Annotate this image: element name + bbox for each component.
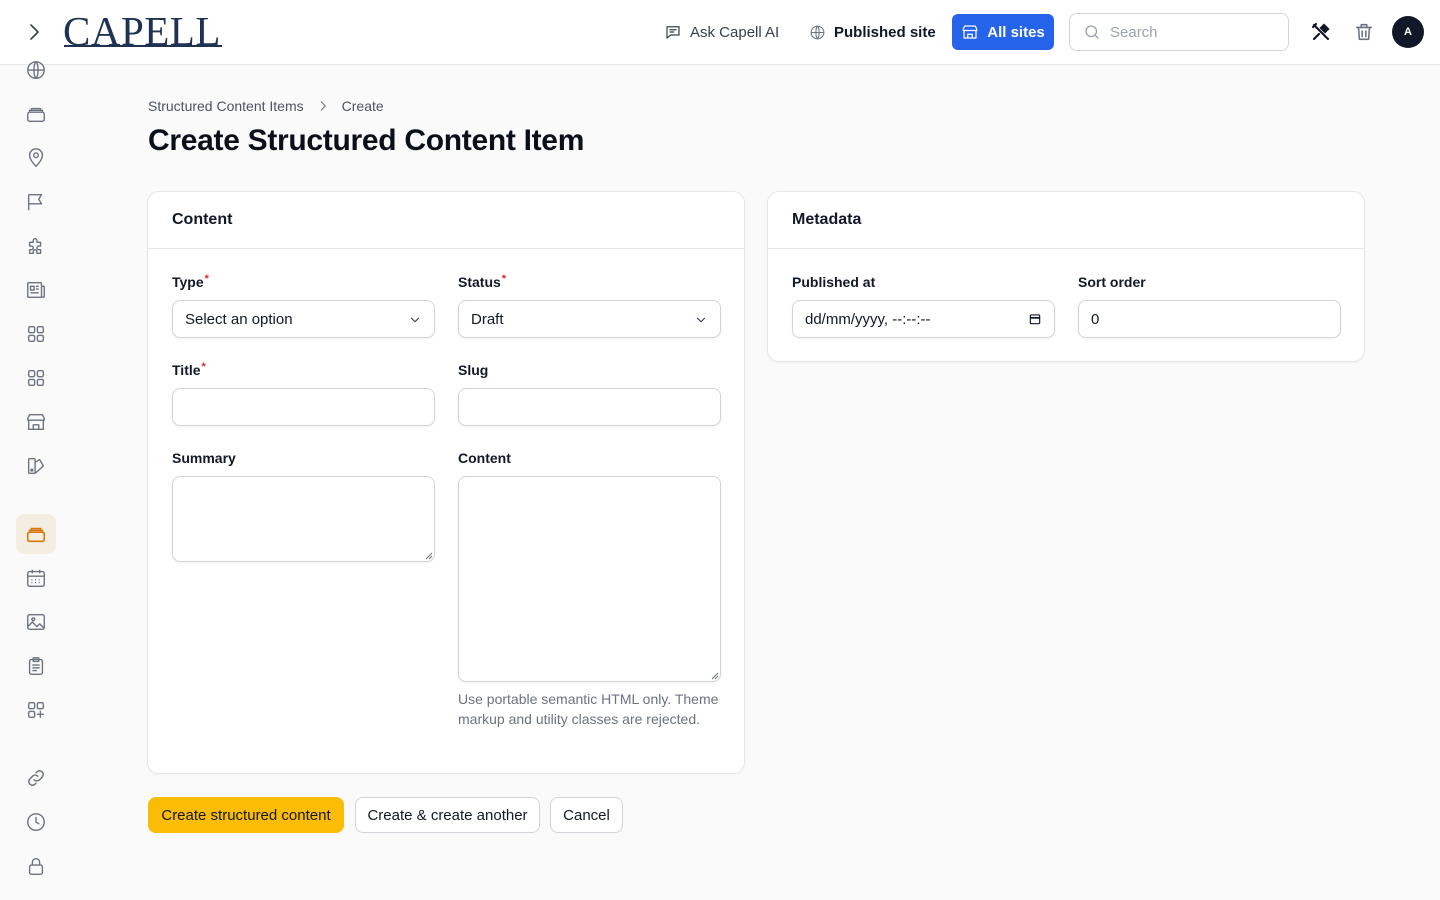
breadcrumb-current: Create [341, 98, 384, 114]
sidebar [0, 61, 72, 900]
clock-icon [27, 813, 45, 831]
type-select[interactable]: Select an option [172, 300, 435, 338]
metadata-card-title: Metadata [768, 192, 1364, 249]
status-label: Status* [458, 273, 507, 290]
lock-icon [28, 857, 44, 875]
page-title: Create Structured Content Item [148, 124, 585, 157]
content-card: Content Type* Select an option Status* D… [147, 191, 745, 774]
image-icon [27, 613, 45, 631]
sidebar-item-globe[interactable] [16, 50, 56, 90]
metadata-card: Metadata Published at dd/mm/yyyy, --:--:… [767, 191, 1365, 362]
search-box[interactable] [1069, 13, 1289, 51]
content-label: Content [458, 450, 511, 466]
globe-icon [27, 61, 45, 79]
chat-bubble-icon [666, 26, 680, 39]
breadcrumb-parent[interactable]: Structured Content Items [148, 98, 304, 114]
ask-ai-label: Ask Capell AI [690, 23, 780, 41]
required-marker: * [201, 361, 206, 373]
published-at-input[interactable]: dd/mm/yyyy, --:--:-- [792, 300, 1055, 338]
building-icon [27, 413, 45, 431]
ask-ai-link[interactable]: Ask Capell AI [664, 18, 779, 46]
resize-handle-icon[interactable] [711, 672, 719, 680]
stack-icon [26, 527, 46, 543]
published-site-link[interactable]: Published site [809, 18, 936, 46]
type-select-value: Select an option [185, 310, 293, 328]
sort-order-label: Sort order [1078, 274, 1146, 290]
puzzle-icon [28, 238, 42, 255]
top-bar: CAPELL Ask Capell AI Published site All … [0, 0, 1440, 65]
logo-underline [64, 45, 222, 47]
content-card-title: Content [148, 192, 744, 249]
capell-logo[interactable]: CAPELL [63, 8, 221, 54]
chevron-down-icon [696, 317, 706, 323]
status-select-value: Draft [471, 310, 504, 328]
title-label-text: Title [172, 362, 201, 378]
search-icon [1085, 25, 1099, 39]
trash-icon[interactable] [1353, 20, 1375, 44]
sidebar-item-extensions[interactable] [16, 226, 56, 266]
sidebar-item-history[interactable] [16, 802, 56, 842]
cancel-button[interactable]: Cancel [550, 797, 623, 833]
resize-handle-icon[interactable] [425, 552, 433, 560]
all-sites-label: All sites [987, 23, 1045, 41]
create-button[interactable]: Create structured content [148, 797, 344, 833]
sidebar-item-articles[interactable] [16, 270, 56, 310]
flag-icon [27, 193, 43, 211]
summary-label: Summary [172, 450, 236, 466]
published-at-value: dd/mm/yyyy, --:--:-- [805, 310, 931, 328]
chevron-right-icon [320, 101, 326, 111]
status-select[interactable]: Draft [458, 300, 721, 338]
sidebar-item-themes[interactable] [16, 446, 56, 486]
chevron-down-icon [410, 317, 420, 323]
globe-icon [810, 25, 825, 39]
sidebar-item-forms[interactable] [16, 646, 56, 686]
swatch-icon [27, 457, 45, 475]
sidebar-item-components[interactable] [16, 358, 56, 398]
calendar-icon [27, 569, 45, 587]
sidebar-item-links[interactable] [16, 758, 56, 798]
create-another-button[interactable]: Create & create another [355, 797, 540, 833]
chevron-right-icon[interactable] [22, 20, 46, 44]
grid-plus-icon [27, 701, 45, 719]
link-icon [28, 770, 44, 786]
sidebar-item-sites[interactable] [16, 402, 56, 442]
type-label: Type* [172, 273, 209, 290]
slug-label: Slug [458, 362, 489, 378]
type-label-text: Type [172, 274, 204, 290]
map-pin-icon [28, 148, 44, 168]
status-label-text: Status [458, 274, 501, 290]
sidebar-item-structured-content[interactable] [16, 514, 56, 554]
sort-order-input[interactable] [1078, 300, 1341, 338]
sidebar-item-stack[interactable] [16, 94, 56, 134]
stack-icon [27, 107, 45, 123]
grid-icon [27, 369, 45, 387]
required-marker: * [501, 273, 507, 285]
search-input[interactable] [1110, 23, 1270, 41]
tools-icon[interactable] [1309, 20, 1333, 44]
avatar[interactable]: A [1392, 16, 1424, 48]
grid-icon [27, 325, 45, 343]
calendar-icon[interactable] [1028, 312, 1042, 326]
required-marker: * [204, 273, 209, 285]
newspaper-icon [27, 281, 45, 299]
all-sites-button[interactable]: All sites [952, 14, 1054, 50]
sidebar-item-add-block[interactable] [16, 690, 56, 730]
title-label: Title* [172, 361, 206, 378]
title-input[interactable] [172, 388, 435, 426]
sidebar-item-security[interactable] [16, 846, 56, 886]
content-textarea[interactable] [458, 476, 721, 682]
sidebar-item-calendar[interactable] [16, 558, 56, 598]
published-at-label: Published at [792, 274, 876, 290]
clipboard-icon [28, 657, 44, 675]
summary-textarea[interactable] [172, 476, 435, 562]
sidebar-item-locations[interactable] [16, 138, 56, 178]
sidebar-item-blocks[interactable] [16, 314, 56, 354]
sidebar-item-media[interactable] [16, 602, 56, 642]
content-help-text: Use portable semantic HTML only. Theme m… [458, 691, 719, 727]
building-icon [962, 25, 978, 39]
published-site-label: Published site [834, 23, 936, 41]
breadcrumb: Structured Content Items Create [148, 96, 384, 116]
sidebar-item-flags[interactable] [16, 182, 56, 222]
slug-input[interactable] [458, 388, 721, 426]
